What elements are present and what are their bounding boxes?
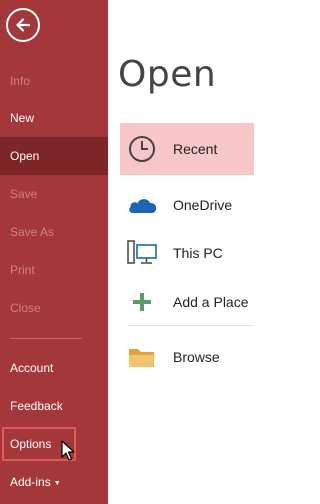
location-this-pc-label: This PC (173, 245, 223, 261)
nav-save-as: Save As (10, 225, 55, 239)
back-arrow-icon (16, 18, 31, 32)
location-add-a-place-label: Add a Place (173, 294, 249, 310)
location-divider (128, 325, 254, 326)
cloud-icon (129, 199, 157, 213)
back-button[interactable] (6, 8, 40, 42)
open-pane: Open Recent OneDrive This PC Add a Place (108, 0, 254, 504)
nav-save: Save (10, 187, 38, 201)
clock-icon (129, 136, 155, 162)
location-onedrive-label: OneDrive (173, 197, 233, 213)
nav-add-ins[interactable]: Add-ins ▼ (0, 463, 108, 501)
backstage-sidebar: Info New Open Save Save As Print Close A… (0, 0, 108, 504)
nav-feedback[interactable]: Feedback (0, 387, 108, 425)
location-add-a-place[interactable]: Add a Place (120, 276, 254, 328)
nav-info: Info (10, 74, 31, 88)
location-browse[interactable]: Browse (120, 331, 254, 383)
nav-new[interactable]: New (0, 99, 108, 137)
caret-down-icon: ▼ (53, 480, 61, 487)
nav-account[interactable]: Account (0, 349, 108, 387)
nav-print: Print (10, 263, 35, 277)
location-browse-label: Browse (173, 349, 220, 365)
location-recent-label: Recent (173, 141, 218, 157)
nav-add-ins-label: Add-ins (10, 475, 51, 489)
computer-icon (127, 240, 157, 264)
nav-open[interactable]: Open (0, 137, 108, 175)
location-onedrive[interactable]: OneDrive (120, 179, 254, 231)
folder-icon (129, 349, 155, 367)
page-title: Open (118, 54, 217, 95)
plus-icon (133, 293, 151, 311)
nav-close: Close (10, 301, 41, 315)
location-this-pc[interactable]: This PC (120, 227, 254, 279)
mouse-pointer-icon (61, 440, 75, 461)
location-recent[interactable]: Recent (120, 123, 254, 175)
nav-divider (10, 338, 82, 339)
